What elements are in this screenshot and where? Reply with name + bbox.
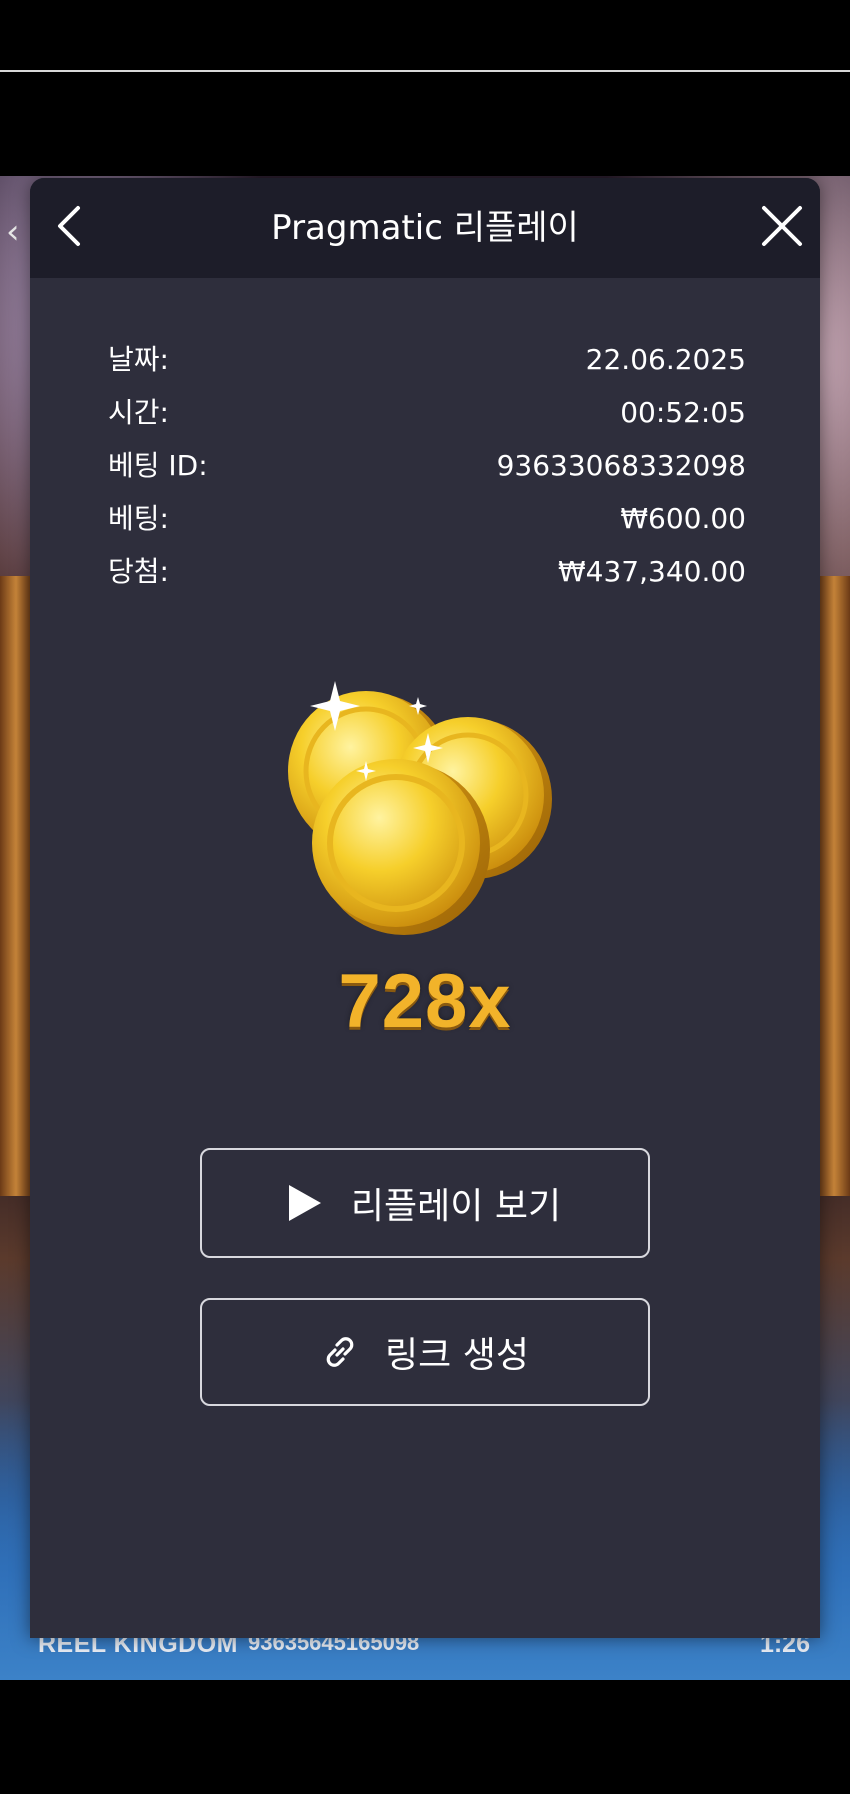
status-divider [0,70,850,72]
detail-row-bet-id: 베팅 ID: 93633068332098 [108,444,746,497]
link-icon [326,1337,354,1367]
back-button[interactable] [44,198,94,254]
bet-value: ₩600.00 [620,502,746,535]
detail-row-bet: 베팅: ₩600.00 [108,497,746,550]
ornament-right [818,576,850,1196]
date-label: 날짜: [108,343,169,376]
time-label: 시간: [108,396,169,429]
ornament-left [0,576,32,1196]
dialog-title: Pragmatic 리플레이 [271,208,579,248]
create-link-button[interactable]: 링크 생성 [200,1298,650,1406]
win-multiplier: 728x [338,959,512,1044]
bet-id-label: 베팅 ID: [108,449,208,482]
detail-row-date: 날짜: 22.06.2025 [108,338,746,391]
replay-dialog: Pragmatic 리플레이 날짜: 22.06.2025 시간: 00:52:… [30,178,820,1638]
date-value: 22.06.2025 [585,343,746,376]
create-link-label: 링크 생성 [385,1335,529,1376]
gold-coins-icon [288,681,552,935]
close-button[interactable] [756,200,808,252]
play-icon [288,1185,321,1221]
view-replay-button[interactable]: 리플레이 보기 [200,1148,650,1258]
win-value: ₩437,340.00 [557,555,746,588]
bet-details: 날짜: 22.06.2025 시간: 00:52:05 베팅 ID: 93633… [108,338,746,603]
close-icon [762,206,802,246]
win-label: 당첨: [108,555,169,588]
bet-id-value: 93633068332098 [496,449,746,482]
view-replay-label: 리플레이 보기 [350,1186,562,1227]
bet-label: 베팅: [108,502,169,535]
dialog-header: Pragmatic 리플레이 [30,178,820,278]
time-value: 00:52:05 [620,396,746,429]
detail-row-time: 시간: 00:52:05 [108,391,746,444]
game-back-arrow-icon[interactable]: ‹ [6,212,20,252]
detail-row-win: 당첨: ₩437,340.00 [108,550,746,603]
chevron-left-icon [58,206,80,246]
